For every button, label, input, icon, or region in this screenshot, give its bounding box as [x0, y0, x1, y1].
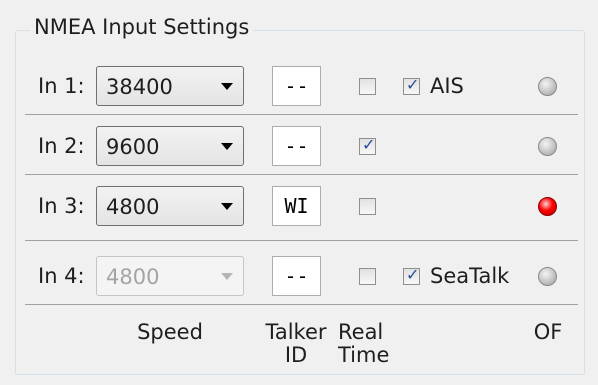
status-led-icon	[538, 197, 557, 216]
input-row-3: In 3: 4800 WI	[0, 177, 598, 237]
status-led-icon	[538, 267, 557, 286]
input-row-2: In 2: 9600 -- ✓	[0, 117, 598, 177]
input-label: In 4:	[38, 264, 85, 288]
column-header-real: Real	[338, 320, 384, 344]
row-divider	[25, 174, 578, 175]
input-label: In 1:	[38, 74, 85, 98]
ais-label: AIS	[430, 74, 464, 98]
chevron-down-icon	[221, 203, 233, 210]
column-header-time: Time	[338, 343, 390, 367]
talker-id-field[interactable]: --	[272, 66, 321, 106]
seatalk-label: SeaTalk	[430, 264, 510, 288]
speed-dropdown[interactable]: 38400	[96, 66, 244, 106]
status-led-icon	[538, 137, 557, 156]
realtime-checkbox[interactable]	[359, 78, 376, 95]
speed-dropdown[interactable]: 4800	[96, 186, 244, 226]
talker-id-field[interactable]: --	[272, 256, 321, 296]
group-title: NMEA Input Settings	[30, 13, 254, 41]
checkmark-icon: ✓	[406, 265, 420, 284]
column-header-speed: Speed	[137, 320, 203, 344]
chevron-down-icon	[221, 273, 233, 280]
realtime-checkbox[interactable]	[359, 268, 376, 285]
speed-value: 38400	[106, 75, 173, 99]
column-header-talker-id: ID	[284, 343, 308, 367]
speed-dropdown[interactable]: 4800	[96, 256, 244, 296]
realtime-checkbox[interactable]	[359, 198, 376, 215]
checkmark-icon: ✓	[362, 135, 376, 154]
realtime-checkbox[interactable]: ✓	[359, 135, 376, 155]
checkmark-icon: ✓	[406, 75, 420, 94]
row-divider	[25, 114, 578, 115]
talker-id-field[interactable]: --	[272, 126, 321, 166]
input-label: In 2:	[38, 134, 85, 158]
input-row-4: In 4: 4800 -- ✓ SeaTalk	[0, 247, 598, 307]
seatalk-checkbox[interactable]: ✓	[403, 265, 420, 285]
chevron-down-icon	[221, 83, 233, 90]
row-divider	[25, 240, 578, 241]
status-led-icon	[538, 77, 557, 96]
chevron-down-icon	[221, 143, 233, 150]
ais-checkbox[interactable]: ✓	[403, 75, 420, 95]
column-header-talker: Talker	[265, 320, 327, 344]
row-divider	[25, 304, 578, 305]
input-row-1: In 1: 38400 -- ✓ AIS	[0, 57, 598, 117]
column-header-status: OF	[533, 320, 563, 344]
speed-value: 9600	[106, 135, 160, 159]
speed-dropdown[interactable]: 9600	[96, 126, 244, 166]
speed-value: 4800	[106, 265, 160, 289]
input-label: In 3:	[38, 194, 85, 218]
talker-id-field[interactable]: WI	[272, 186, 321, 226]
speed-value: 4800	[106, 195, 160, 219]
